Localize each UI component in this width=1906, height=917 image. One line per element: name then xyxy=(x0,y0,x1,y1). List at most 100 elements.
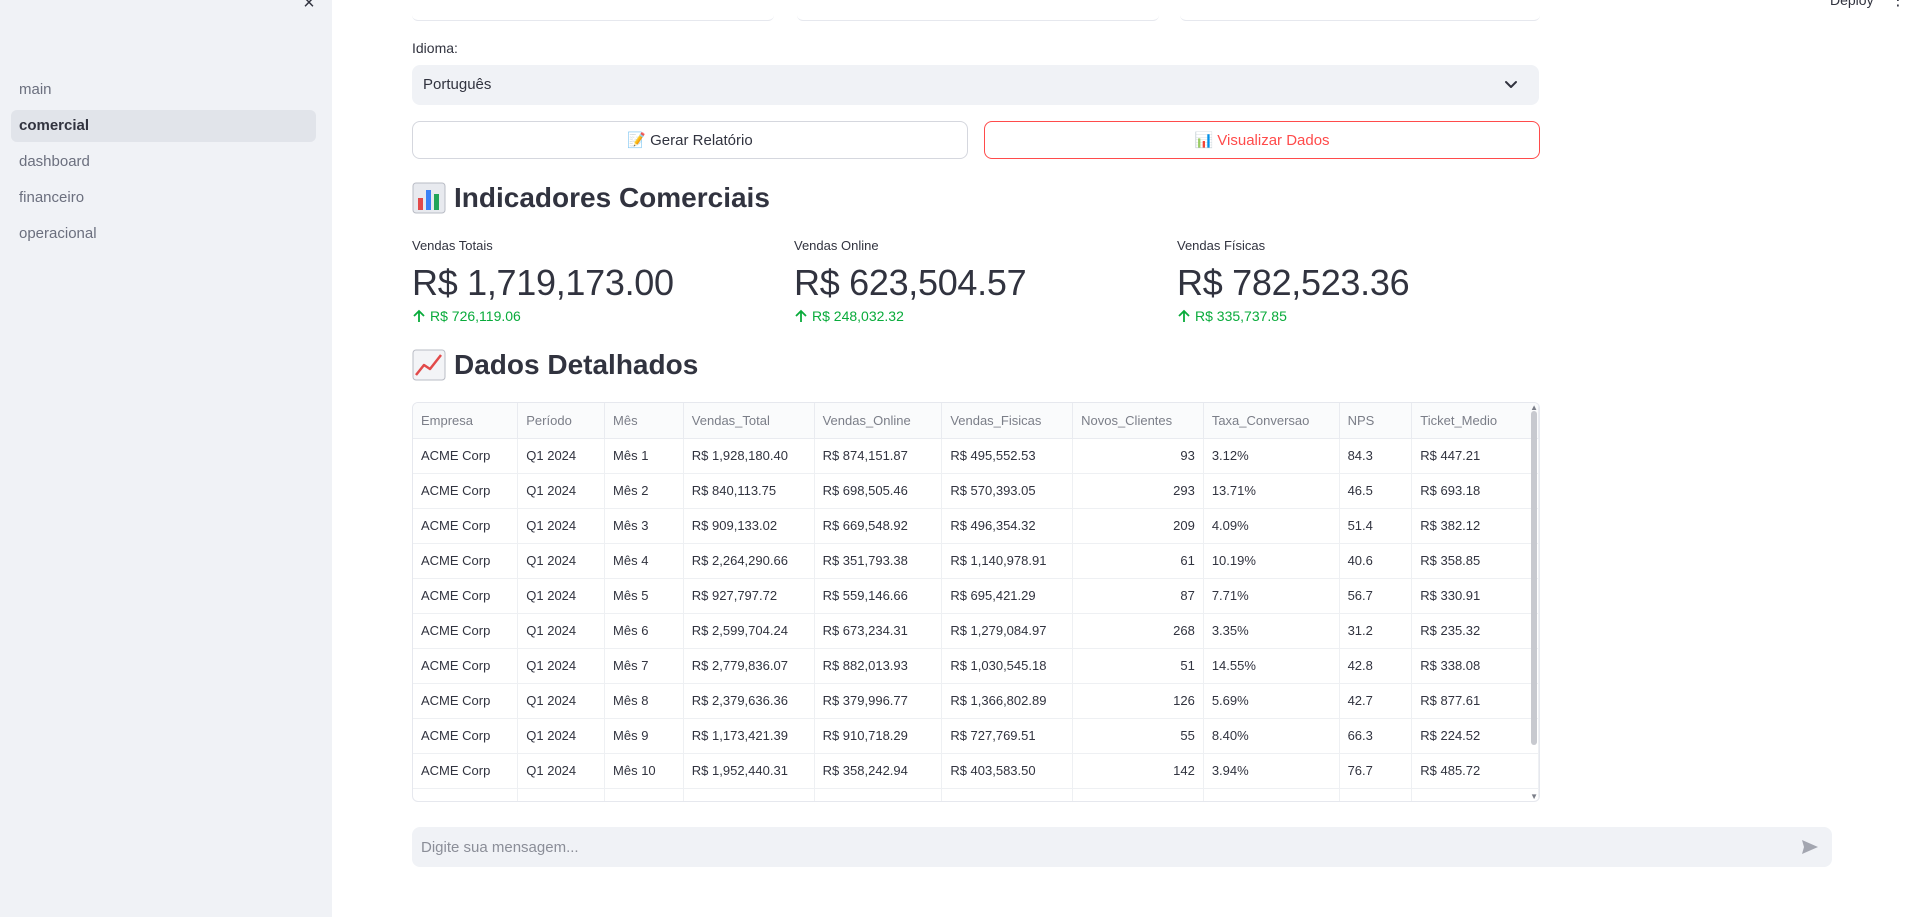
table-cell[interactable]: 55 xyxy=(1072,718,1204,754)
sidebar-item-operacional[interactable]: operacional xyxy=(11,218,316,250)
table-cell[interactable] xyxy=(1339,788,1413,801)
table-row[interactable]: ACME Corp Q1 2024 Mês 9 R$ 1,173,421.39 R$ 9… xyxy=(413,718,1539,754)
table-cell[interactable]: Mês 6 xyxy=(604,613,684,649)
table-cell[interactable]: R$ 358.85 xyxy=(1411,543,1539,579)
table-cell[interactable] xyxy=(814,788,943,801)
language-select[interactable]: Português xyxy=(412,65,1539,105)
table-cell[interactable]: 42.8 xyxy=(1339,648,1413,684)
table-cell[interactable]: 42.7 xyxy=(1339,683,1413,719)
top-input-3[interactable] xyxy=(1180,0,1540,21)
table-cell[interactable]: R$ 669,548.92 xyxy=(814,508,943,544)
column-header[interactable]: Ticket_Medio xyxy=(1411,403,1539,439)
table-cell[interactable]: Q1 2024 xyxy=(517,648,606,684)
column-header[interactable]: Taxa_Conversao xyxy=(1203,403,1340,439)
table-cell[interactable]: 268 xyxy=(1072,613,1204,649)
data-table[interactable]: Empresa Período Mês Vendas_Total Vendas_Onli… xyxy=(412,402,1540,802)
top-input-1[interactable] xyxy=(412,0,774,21)
table-cell[interactable]: 40.6 xyxy=(1339,543,1413,579)
sidebar-item-comercial[interactable]: comercial xyxy=(11,110,316,142)
table-cell[interactable]: 61 xyxy=(1072,543,1204,579)
column-header[interactable]: Vendas_Total xyxy=(683,403,815,439)
table-cell[interactable]: 3.12% xyxy=(1203,438,1340,474)
table-cell[interactable]: R$ 1,173,421.39 xyxy=(683,718,815,754)
table-cell[interactable] xyxy=(683,788,815,801)
table-cell[interactable]: R$ 495,552.53 xyxy=(941,438,1074,474)
main-menu-icon[interactable]: ⋮ xyxy=(1890,0,1906,10)
table-cell[interactable]: Q1 2024 xyxy=(517,473,606,509)
table-cell[interactable]: R$ 351,793.38 xyxy=(814,543,943,579)
table-cell[interactable]: ACME Corp xyxy=(413,718,519,754)
table-cell[interactable]: R$ 910,718.29 xyxy=(814,718,943,754)
table-cell[interactable]: Mês 4 xyxy=(604,543,684,579)
table-row[interactable]: ACME Corp Q1 2024 Mês 10 R$ 1,952,440.31 R$ … xyxy=(413,753,1539,789)
table-cell[interactable] xyxy=(1203,788,1340,801)
table-row[interactable]: ACME Corp Q1 2024 Mês 5 R$ 927,797.72 R$ 559… xyxy=(413,578,1539,614)
table-cell[interactable]: R$ 382.12 xyxy=(1411,508,1539,544)
table-cell[interactable]: ACME Corp xyxy=(413,753,519,789)
table-cell[interactable]: R$ 927,797.72 xyxy=(683,578,815,614)
table-cell[interactable]: 3.94% xyxy=(1203,753,1340,789)
table-cell[interactable] xyxy=(1072,788,1204,801)
chat-input[interactable] xyxy=(412,827,1832,867)
table-cell[interactable]: R$ 224.52 xyxy=(1411,718,1539,754)
column-header[interactable]: Empresa xyxy=(413,403,519,439)
table-cell[interactable]: ACME Corp xyxy=(413,438,519,474)
column-header[interactable]: Vendas_Online xyxy=(814,403,943,439)
table-row[interactable]: ACME Corp Q1 2024 Mês 1 R$ 1,928,180.40 R$ 8… xyxy=(413,438,1539,474)
table-cell[interactable]: R$ 379,996.77 xyxy=(814,683,943,719)
table-cell[interactable]: Mês 8 xyxy=(604,683,684,719)
column-header[interactable]: NPS xyxy=(1339,403,1413,439)
table-cell[interactable]: Q1 2024 xyxy=(517,718,606,754)
table-cell[interactable]: R$ 358,242.94 xyxy=(814,753,943,789)
table-cell[interactable]: 142 xyxy=(1072,753,1204,789)
table-cell[interactable]: R$ 874,151.87 xyxy=(814,438,943,474)
table-cell[interactable] xyxy=(413,788,519,801)
table-cell[interactable]: 10.19% xyxy=(1203,543,1340,579)
table-cell[interactable]: R$ 338.08 xyxy=(1411,648,1539,684)
generate-report-button[interactable]: 📝 Gerar Relatório xyxy=(412,121,968,159)
table-cell[interactable]: Mês 5 xyxy=(604,578,684,614)
table-cell[interactable]: 51 xyxy=(1072,648,1204,684)
column-header[interactable]: Período xyxy=(517,403,606,439)
table-cell[interactable]: 126 xyxy=(1072,683,1204,719)
sidebar-item-financeiro[interactable]: financeiro xyxy=(11,182,316,214)
table-cell[interactable]: R$ 330.91 xyxy=(1411,578,1539,614)
table-cell[interactable]: 3.35% xyxy=(1203,613,1340,649)
table-cell[interactable]: Mês 7 xyxy=(604,648,684,684)
table-cell[interactable]: R$ 1,140,978.91 xyxy=(941,543,1074,579)
table-cell[interactable]: 209 xyxy=(1072,508,1204,544)
table-cell[interactable]: Mês 1 xyxy=(604,438,684,474)
table-cell[interactable]: Q1 2024 xyxy=(517,438,606,474)
table-cell[interactable]: ACME Corp xyxy=(413,508,519,544)
table-cell[interactable]: R$ 403,583.50 xyxy=(941,753,1074,789)
table-row[interactable] xyxy=(413,788,1539,801)
table-cell[interactable]: 4.09% xyxy=(1203,508,1340,544)
table-cell[interactable]: 5.69% xyxy=(1203,683,1340,719)
column-header[interactable]: Mês xyxy=(604,403,684,439)
table-cell[interactable]: 76.7 xyxy=(1339,753,1413,789)
table-cell[interactable]: R$ 2,379,636.36 xyxy=(683,683,815,719)
table-cell[interactable]: R$ 1,928,180.40 xyxy=(683,438,815,474)
table-cell[interactable]: Mês 9 xyxy=(604,718,684,754)
table-cell[interactable]: Q1 2024 xyxy=(517,508,606,544)
view-data-button[interactable]: 📊 Visualizar Dados xyxy=(984,121,1540,159)
table-cell[interactable]: R$ 559,146.66 xyxy=(814,578,943,614)
table-cell[interactable]: 14.55% xyxy=(1203,648,1340,684)
table-cell[interactable]: Q1 2024 xyxy=(517,543,606,579)
table-cell[interactable]: R$ 695,421.29 xyxy=(941,578,1074,614)
table-cell[interactable]: Mês 3 xyxy=(604,508,684,544)
top-input-2[interactable] xyxy=(797,0,1159,21)
column-header[interactable]: Vendas_Fisicas xyxy=(941,403,1074,439)
table-cell[interactable] xyxy=(604,788,684,801)
table-cell[interactable]: Q1 2024 xyxy=(517,578,606,614)
table-cell[interactable]: R$ 1,952,440.31 xyxy=(683,753,815,789)
table-cell[interactable]: ACME Corp xyxy=(413,578,519,614)
table-cell[interactable]: Mês 2 xyxy=(604,473,684,509)
table-cell[interactable]: 31.2 xyxy=(1339,613,1413,649)
table-cell[interactable]: R$ 877.61 xyxy=(1411,683,1539,719)
table-cell[interactable]: 7.71% xyxy=(1203,578,1340,614)
table-cell[interactable]: ACME Corp xyxy=(413,683,519,719)
table-row[interactable]: ACME Corp Q1 2024 Mês 6 R$ 2,599,704.24 R$ 6… xyxy=(413,613,1539,649)
table-cell[interactable] xyxy=(1411,788,1539,801)
table-cell[interactable]: R$ 673,234.31 xyxy=(814,613,943,649)
